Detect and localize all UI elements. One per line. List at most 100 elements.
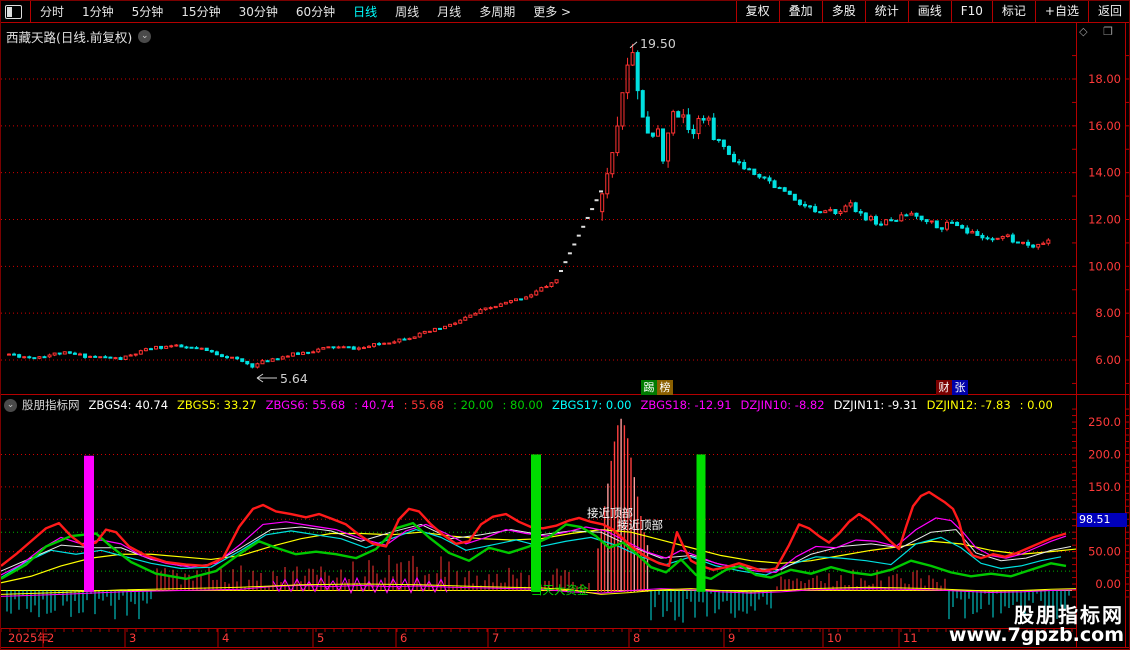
candle <box>853 202 858 213</box>
candle <box>732 153 737 163</box>
candle <box>225 356 230 359</box>
chevron-down-icon[interactable]: ⌄ <box>138 30 152 43</box>
candle <box>148 348 153 351</box>
month-label: 11 <box>903 631 918 645</box>
month-label: 8 <box>633 631 640 645</box>
signal-badge-2: 财张 <box>936 380 968 395</box>
signal-badge-1: 踢榜 <box>641 380 673 395</box>
candle <box>605 173 610 195</box>
candle <box>356 347 361 350</box>
candle <box>366 345 371 349</box>
candle <box>894 219 899 222</box>
trading-app-window: 分时 1分钟 5分钟 15分钟 30分钟 60分钟 日线 周线 月线 多周期 更多 > 复权 叠加 多股… <box>0 0 1130 650</box>
candle <box>838 211 843 214</box>
candle <box>230 356 235 359</box>
candle <box>493 305 498 309</box>
candle <box>975 231 980 236</box>
candle <box>650 132 655 137</box>
candle <box>858 211 863 214</box>
watermark-url: www.7gpzb.com <box>948 624 1124 647</box>
candle <box>1036 243 1041 248</box>
candle <box>833 209 838 214</box>
window-control-icons[interactable]: ◇ ❐ <box>1079 25 1119 38</box>
indicator-value-3: ZBGS6: 55.68 <box>265 398 346 412</box>
candle <box>306 351 311 354</box>
candle <box>199 347 204 350</box>
candle <box>955 221 960 227</box>
month-label: 10 <box>827 631 842 645</box>
candle <box>478 309 483 314</box>
candle <box>721 139 726 147</box>
price-axis-label: 6.00 <box>1095 353 1121 367</box>
candle <box>600 193 605 213</box>
candle <box>630 52 635 66</box>
month-label: 3 <box>129 631 136 645</box>
candle <box>235 356 240 360</box>
month-label: 5 <box>317 631 324 645</box>
trough-arrow-head <box>256 373 264 379</box>
candle <box>159 345 164 349</box>
chevron-down-icon[interactable]: ⌄ <box>4 398 17 412</box>
candle <box>260 360 265 365</box>
candle <box>797 199 802 205</box>
peak-pointer <box>629 41 638 49</box>
month-label: 6 <box>400 631 407 645</box>
candle <box>402 338 407 341</box>
candle <box>939 227 944 230</box>
candle <box>889 219 894 222</box>
candle <box>498 303 503 307</box>
candle <box>12 353 17 356</box>
indicator-value-13: : 0.00 <box>1019 398 1053 412</box>
candle <box>747 168 752 171</box>
month-label: 2 <box>47 631 54 645</box>
indicator-value-9: ZBGS18: -12.91 <box>640 398 732 412</box>
candle <box>57 352 62 355</box>
candle <box>863 212 868 221</box>
indicator-value-5: : 55.68 <box>403 398 445 412</box>
candle <box>169 345 174 348</box>
indicator-name[interactable]: 股朋指标网 <box>22 397 80 413</box>
signal-bar <box>84 455 94 592</box>
candle <box>427 330 432 333</box>
candle <box>508 300 513 303</box>
signal-bar <box>696 454 706 592</box>
candle <box>1005 234 1010 238</box>
candle <box>250 363 255 368</box>
candle <box>392 341 397 344</box>
candle <box>326 346 331 349</box>
candle <box>52 352 57 356</box>
candle <box>757 173 762 178</box>
candle <box>929 220 934 223</box>
candle <box>691 128 696 135</box>
candle <box>346 346 351 349</box>
candle <box>321 347 326 350</box>
candle <box>341 346 346 349</box>
candle <box>412 336 417 339</box>
candle <box>990 238 995 241</box>
candle <box>808 205 813 208</box>
candle <box>868 216 873 221</box>
candle <box>77 353 82 356</box>
price-axis-label: 16.00 <box>1088 119 1121 133</box>
candle <box>209 350 214 353</box>
price-axis-label: 14.00 <box>1088 166 1121 180</box>
candle <box>275 358 280 361</box>
candle <box>772 180 777 189</box>
indicator-axis-label: 150.0 <box>1088 480 1121 494</box>
candle <box>873 216 878 225</box>
candle <box>285 355 290 358</box>
price-axis-label: 8.00 <box>1095 306 1121 320</box>
candle <box>514 298 518 302</box>
candle <box>625 64 630 94</box>
candle <box>174 344 179 347</box>
candle <box>539 287 544 292</box>
candle <box>802 203 807 207</box>
candle <box>716 138 721 141</box>
price-and-indicator-canvas[interactable]: 18.00 16.00 14.00 12.00 10.00 8.00 6.00 19.50 5.… <box>1 1 1130 650</box>
candle <box>762 176 767 179</box>
candle <box>27 356 32 359</box>
candle <box>468 314 473 318</box>
candle <box>473 312 478 316</box>
candle <box>42 356 47 359</box>
candle <box>179 344 184 348</box>
